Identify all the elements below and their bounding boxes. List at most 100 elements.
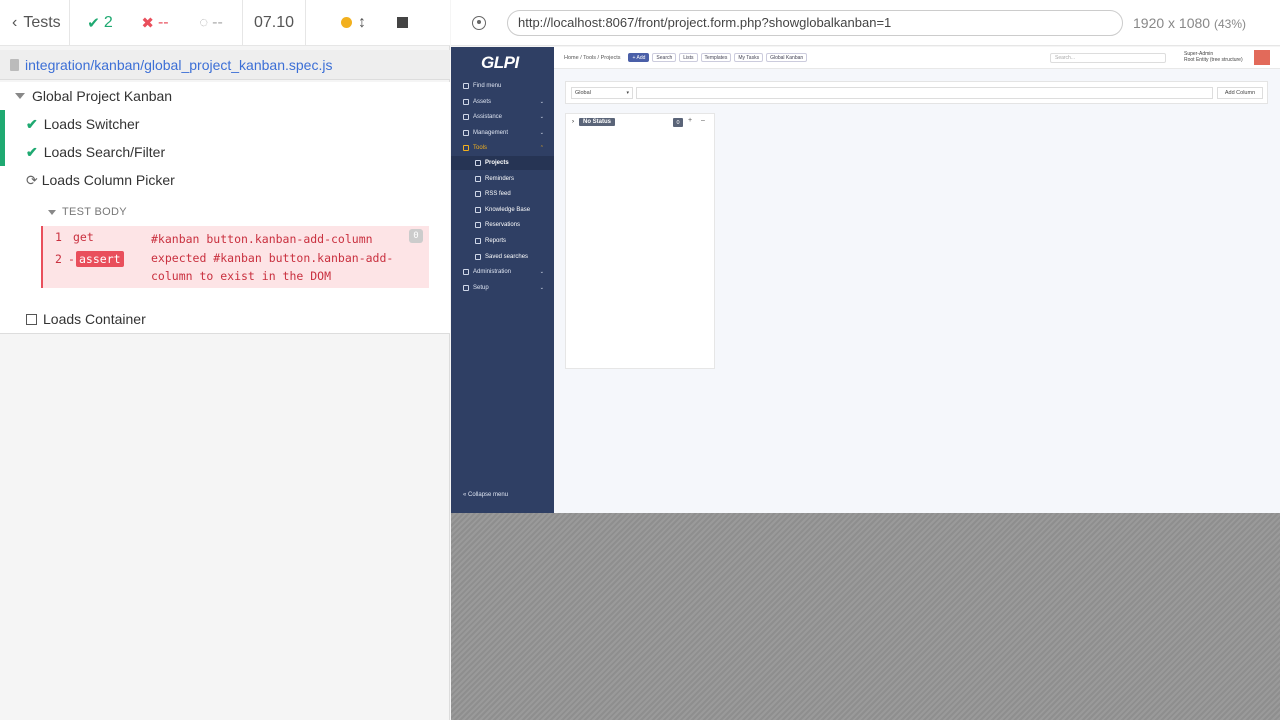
add-card-icon[interactable]: + [688,117,692,124]
menu-reservations[interactable]: Reservations [451,218,554,232]
test-title: Loads Switcher [43,116,140,132]
menu-assets[interactable]: Assets ⌄ [451,95,554,109]
menu-label: Reports [485,238,507,244]
templates-button[interactable]: Templates [700,53,732,62]
spec-file-bar: integration/kanban/global_project_kanban… [0,50,450,80]
menu-label: Saved searches [485,254,529,260]
failed-count: ✖ -- [130,0,180,46]
suite-title-row[interactable]: Global Project Kanban [15,86,172,106]
menu-management[interactable]: Management ⌄ [451,126,554,140]
menu-saved-searches[interactable]: Saved searches [451,250,554,264]
breadcrumb-home[interactable]: Home [564,55,579,61]
briefcase-icon [463,145,469,151]
cube-icon [463,99,469,105]
collapse-menu-button[interactable]: « Collapse menu [463,492,508,498]
remove-column-icon[interactable]: – [701,117,705,124]
menu-knowledge-base[interactable]: Knowledge Base [451,203,554,217]
reporter-panel: ‹ Tests ✔ 2 ✖ -- ◌ -- 07.10 ↕ integratio… [0,0,450,720]
test-row[interactable]: ✔ Loads Search/Filter [0,138,450,166]
breadcrumb-projects[interactable]: Projects [601,55,621,61]
url-bar[interactable]: http://localhost:8067/front/project.form… [507,9,1123,36]
viewport-info[interactable]: 1920 x 1080 (43%) [1133,15,1246,31]
chevron-down-icon: ⌄ [539,269,544,275]
menu-tools[interactable]: Tools ⌃ [451,141,554,155]
menu-label: Administration [473,269,512,275]
duration: 07.10 [243,0,306,46]
test-body-toggle[interactable]: TEST BODY [48,206,127,218]
menu-label: Tools [473,145,488,151]
search-button[interactable]: Search [652,53,677,62]
menu-label: Projects [485,160,509,166]
tests-nav-button[interactable]: ‹ Tests [0,0,70,46]
test-title: Loads Container [43,311,146,327]
menu-label: Setup [473,285,489,291]
refresh-icon: ⟳ [26,171,38,188]
user-menu[interactable]: Super-Admin Root Entity (tree structure) [1184,51,1243,63]
menu-label: Assistance [473,114,503,120]
test-title: Loads Search/Filter [43,144,166,160]
add-button[interactable]: + Add [628,53,650,62]
command-message: #kanban button.kanban-add-column [151,232,373,246]
chevron-up-icon: ⌃ [539,145,544,151]
my-tasks-button[interactable]: My Tasks [734,53,764,62]
report-icon [475,238,481,244]
spec-file-link[interactable]: integration/kanban/global_project_kanban… [25,57,332,73]
menu-rss[interactable]: RSS feed [451,187,554,201]
selector-playground-icon[interactable] [472,15,486,30]
calendar-icon [475,222,481,228]
aut-header: http://localhost:8067/front/project.form… [451,0,1280,46]
command-number: 2 [55,252,62,266]
command-log: 1 get #kanban button.kanban-add-column 0… [41,226,429,288]
assert-badge: assert [76,251,124,267]
menu-label: RSS feed [485,191,511,197]
check-icon: ✔ [26,115,38,132]
column-header[interactable]: › No Status [572,118,616,126]
menu-setup[interactable]: Setup ⌄ [451,281,554,295]
menu-administration[interactable]: Administration ⌄ [451,265,554,279]
menu-label: Management [473,130,509,136]
chevron-down-icon: ⌄ [539,130,544,136]
kanban-filter-bar: Global Add Column [565,81,1268,104]
avatar[interactable] [1254,50,1270,65]
add-column-button[interactable]: Add Column [1217,87,1263,99]
menu-reports[interactable]: Reports [451,234,554,248]
global-kanban-button[interactable]: Global Kanban [766,53,808,62]
menu-reminders[interactable]: Reminders [451,172,554,186]
glpi-logo[interactable]: GLPI [481,53,519,73]
lists-button[interactable]: Lists [679,53,698,62]
collapse-label: Collapse menu [468,492,509,498]
pass-indicator [0,138,5,166]
project-icon [475,160,481,166]
passed-count: ✔ 2 [70,0,130,46]
kanban-filter-input[interactable] [636,87,1213,99]
help-icon [475,207,481,213]
caret-down-icon [48,209,56,215]
stop-button[interactable] [376,0,429,46]
check-icon: ✔ [26,143,38,160]
auto-scroll-toggle[interactable]: ↕ [306,0,376,46]
global-search-input[interactable]: Search... [1050,53,1166,63]
test-row[interactable]: Loads Container [0,305,450,333]
test-row[interactable]: ✔ Loads Switcher [0,110,450,138]
test-row[interactable]: ⟳ Loads Column Picker [0,166,450,194]
pending-count: ◌ -- [180,0,243,46]
chevron-down-icon: ⌄ [539,114,544,120]
aut-iframe: GLPI Find menu Assets ⌄ Assistance ⌄ Manag… [451,47,1280,513]
note-icon [475,176,481,182]
tests-label: Tests [23,13,61,31]
menu-label: Find menu [473,83,502,89]
chevron-right-icon: › [572,119,574,125]
wallet-icon [463,130,469,136]
breadcrumb-tools[interactable]: Tools [583,55,596,61]
kanban-switcher-select[interactable]: Global [571,87,633,99]
command-row[interactable]: 2 - assert expected #kanban button.kanba… [43,251,431,288]
failed-value: -- [157,13,169,31]
menu-projects[interactable]: Projects [451,156,554,170]
menu-find[interactable]: Find menu [451,79,554,93]
command-message: expected #kanban button.kanban-add-colum… [151,251,394,283]
menu-label: Reminders [485,176,515,182]
menu-assistance[interactable]: Assistance ⌄ [451,110,554,124]
menu-label: Assets [473,99,492,105]
glpi-sidebar: GLPI Find menu Assets ⌄ Assistance ⌄ Manag… [451,47,554,513]
cypress-runner: ‹ Tests ✔ 2 ✖ -- ◌ -- 07.10 ↕ integratio… [0,0,1280,720]
